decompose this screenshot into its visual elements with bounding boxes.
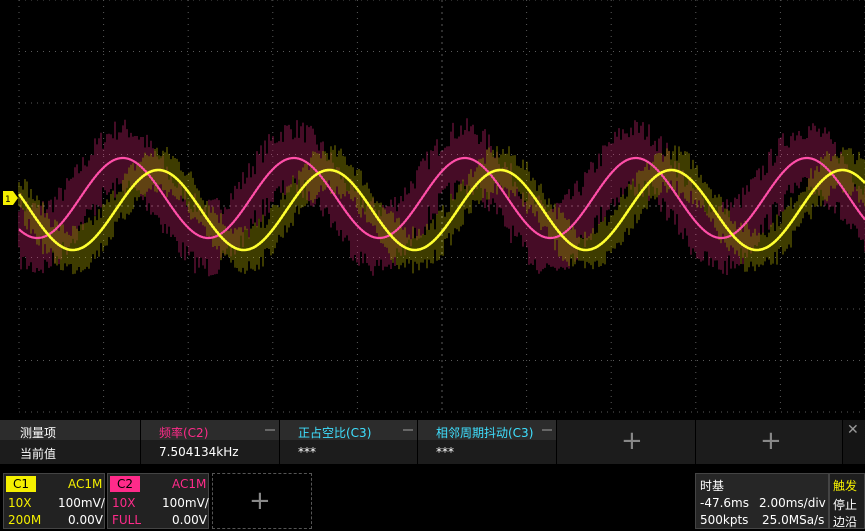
channel1-scale: 100mV/ (58, 496, 105, 510)
channel2-bandwidth: FULL (112, 513, 142, 527)
channel1-noise-band (18, 145, 865, 275)
measurement-add-slot-1[interactable]: + (557, 420, 696, 464)
trigger-title: 触发 (833, 479, 858, 493)
add-channel-icon: + (249, 486, 271, 516)
channel2-probe: 10X (112, 496, 136, 510)
measurement-item-frequency[interactable]: 频率(C2) 7.504134kHz (141, 420, 280, 464)
measurement-value: *** (436, 445, 454, 459)
measurement-value: *** (298, 445, 316, 459)
timebase-delay: -47.6ms (700, 496, 749, 510)
scope-grid: 1 (3, 0, 865, 413)
trigger-state: 停止 (833, 498, 858, 512)
channel1-offset-marker[interactable]: 1 (3, 191, 18, 205)
grid-lines (18, 0, 865, 413)
svg-text:1: 1 (5, 195, 11, 205)
measurement-item-jitter[interactable]: 相邻周期抖动(C3) *** (418, 420, 557, 464)
channel2-offset: 0.00V (172, 513, 207, 527)
measurement-label-column: 测量项 当前值 (0, 420, 141, 464)
measurement-name: 相邻周期抖动(C3) (436, 426, 534, 440)
channel1-bandwidth: 200M (8, 513, 42, 527)
trigger-edge: 边沿 (833, 515, 858, 529)
measurement-close-button[interactable]: ✕ (843, 420, 865, 464)
close-icon: ✕ (847, 422, 859, 438)
add-measurement-icon: + (760, 426, 782, 456)
measurement-name: 频率(C2) (159, 426, 209, 440)
channel1-info[interactable]: C1 AC1M 10X 100mV/ 200M 0.00V (3, 473, 105, 529)
measurement-item-duty[interactable]: 正占空比(C3) *** (280, 420, 418, 464)
timebase-title: 时基 (700, 479, 725, 493)
channel2-coupling: AC1M (172, 477, 207, 491)
channel2-tag: C2 (110, 476, 140, 492)
trigger-info[interactable]: 触发 停止 边沿 (829, 473, 865, 529)
channel1-tag: C1 (6, 476, 36, 492)
channel2-scale: 100mV/ (162, 496, 209, 510)
measurement-header-label: 测量项 (20, 426, 57, 440)
add-measurement-icon: + (621, 426, 643, 456)
measurement-name: 正占空比(C3) (298, 426, 372, 440)
add-channel-slot[interactable]: + (212, 473, 312, 529)
channel1-probe: 10X (8, 496, 32, 510)
measurement-value-label: 当前值 (20, 447, 57, 461)
measurement-value: 7.504134kHz (159, 445, 239, 459)
timebase-sample-rate: 25.0MSa/s (762, 513, 825, 527)
measurement-panel: 测量项 当前值 频率(C2) 7.504134kHz 正占空比(C3) *** … (0, 420, 865, 464)
channel2-info[interactable]: C2 AC1M 10X 100mV/ FULL 0.00V (107, 473, 209, 529)
measurement-add-slot-2[interactable]: + (696, 420, 843, 464)
timebase-memory: 500kpts (700, 513, 749, 527)
timebase-scale: 2.00ms/div (759, 496, 826, 510)
channel1-coupling: AC1M (68, 477, 103, 491)
timebase-info[interactable]: 时基 -47.6ms 2.00ms/div 500kpts 25.0MSa/s (695, 473, 829, 529)
channel1-offset: 0.00V (68, 513, 103, 527)
waveform-display[interactable]: 1 (0, 0, 865, 414)
